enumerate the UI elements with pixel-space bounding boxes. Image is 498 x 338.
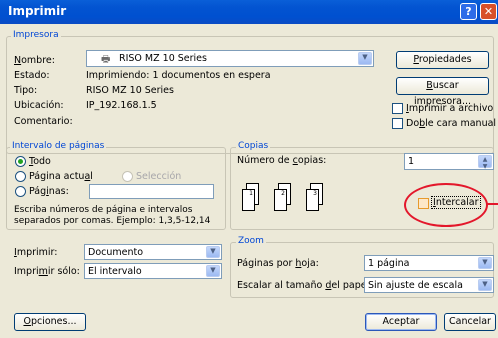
printer-name-select[interactable]: 🖶 RISO MZ 10 Series ▼ <box>86 50 374 67</box>
comment-label: Comentario: <box>14 116 73 127</box>
chevron-down-icon: ▼ <box>358 52 372 65</box>
manual-duplex-checkbox[interactable] <box>392 118 403 129</box>
copies-count-spinner[interactable]: 1 ▲ ▼ <box>404 153 494 170</box>
collate-page-icon: 3 <box>306 189 319 211</box>
collate-highlight-pointer <box>486 203 498 205</box>
print-only-value: El intervalo <box>88 266 142 277</box>
page-range-hint: Escriba números de página e intervalos s… <box>14 205 211 226</box>
pages-per-sheet-label: Páginas por hoja: <box>237 258 319 269</box>
range-pages-label[interactable]: Páginas: <box>29 186 69 197</box>
scale-value: Sin ajuste de escala <box>368 280 463 291</box>
printer-icon: 🖶 <box>101 54 111 65</box>
print-to-file-checkbox[interactable] <box>392 103 403 114</box>
chevron-down-icon: ▼ <box>206 265 220 277</box>
printer-name-value: RISO MZ 10 Series <box>119 53 207 64</box>
print-what-value: Documento <box>88 247 144 258</box>
properties-button[interactable]: Propiedades <box>396 51 489 69</box>
print-what-label: Imprimir: <box>14 247 58 258</box>
chevron-down-icon: ▼ <box>206 246 220 258</box>
location-value: IP_192.168.1.5 <box>86 100 157 111</box>
range-current-radio[interactable] <box>15 171 26 182</box>
collate-page-icon: 2 <box>274 189 287 211</box>
range-all-label[interactable]: Todo <box>29 156 51 167</box>
manual-duplex-label[interactable]: Doble cara manual <box>406 118 496 129</box>
collate-page-icon: 1 <box>242 189 255 211</box>
range-selection-radio <box>122 171 133 182</box>
chevron-down-icon: ▼ <box>478 279 492 291</box>
printer-name-label: Nombre: <box>14 55 55 66</box>
status-value: Imprimiendo: 1 documentos en espera <box>86 70 271 81</box>
copies-count-label: Número de copias: <box>237 155 327 166</box>
print-to-file-label[interactable]: Imprimir a archivo <box>406 103 493 114</box>
collate-checkbox[interactable] <box>418 198 429 209</box>
status-label: Estado: <box>14 70 50 81</box>
printer-group-label: Impresora <box>11 30 61 40</box>
print-only-label: Imprimir sólo: <box>14 266 80 277</box>
range-pages-radio[interactable] <box>15 186 26 197</box>
scale-select[interactable]: Sin ajuste de escala ▼ <box>364 277 494 293</box>
chevron-down-icon: ▼ <box>478 257 492 269</box>
title-bar <box>0 0 498 24</box>
pages-per-sheet-value: 1 página <box>368 258 410 269</box>
close-button[interactable]: ✕ <box>480 3 497 20</box>
spinner-arrows-icon[interactable]: ▲ ▼ <box>478 155 492 170</box>
page-range-group-label: Intervalo de páginas <box>10 141 107 151</box>
cancel-button[interactable]: Cancelar <box>444 313 496 331</box>
ok-button[interactable]: Aceptar <box>365 313 437 331</box>
range-selection-label: Selección <box>136 171 182 182</box>
copies-count-value: 1 <box>408 156 415 167</box>
page-range-input[interactable] <box>89 184 214 199</box>
options-button[interactable]: Opciones... <box>14 313 86 331</box>
pages-per-sheet-select[interactable]: 1 página ▼ <box>364 255 494 271</box>
help-button[interactable]: ? <box>460 3 477 20</box>
range-all-radio[interactable] <box>15 156 26 167</box>
type-label: Tipo: <box>14 85 38 96</box>
type-value: RISO MZ 10 Series <box>86 85 174 96</box>
print-only-select[interactable]: El intervalo ▼ <box>84 263 222 279</box>
collate-label[interactable]: Intercalar <box>431 196 481 209</box>
zoom-group-label: Zoom <box>236 236 266 246</box>
scale-label: Escalar al tamaño del papel: <box>237 280 373 291</box>
range-current-label[interactable]: Página actual <box>29 171 93 182</box>
window-title: Imprimir <box>8 4 67 18</box>
find-printer-button[interactable]: Buscar impresora... <box>396 77 489 107</box>
print-what-select[interactable]: Documento ▼ <box>84 244 222 260</box>
location-label: Ubicación: <box>14 100 64 111</box>
copies-group-label: Copias <box>236 141 271 151</box>
